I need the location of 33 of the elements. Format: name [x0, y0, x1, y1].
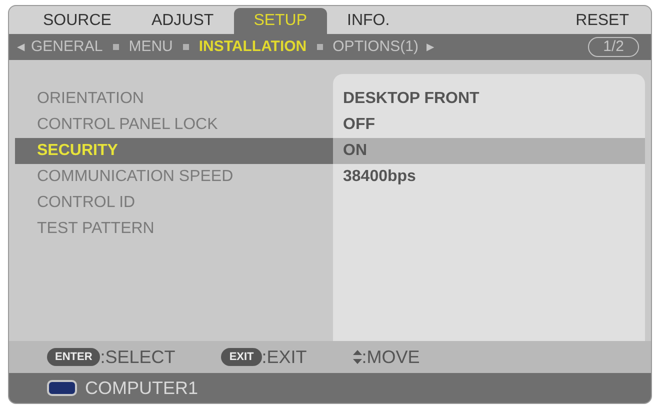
hint-text: :SELECT [100, 346, 176, 368]
separator-icon [182, 44, 189, 50]
setting-label[interactable]: CONTROL PANEL LOCK [15, 112, 333, 138]
submenu-tab[interactable]: MENU [128, 36, 173, 58]
monitor-icon [47, 380, 77, 396]
top-tab[interactable]: SOURCE [23, 8, 132, 34]
page-indicator: 1/2 [588, 37, 639, 57]
setting-label[interactable]: TEST PATTERN [15, 216, 333, 242]
key-badge: ENTER [47, 348, 100, 366]
top-tab[interactable]: INFO. [327, 8, 410, 34]
setting-label[interactable]: CONTROL ID [15, 190, 333, 216]
setting-value: ON [343, 141, 367, 161]
setting-value: 38400bps [343, 167, 416, 187]
submenu-tab[interactable]: INSTALLATION [198, 36, 307, 58]
prev-arrow[interactable]: ◀ [17, 40, 25, 54]
setting-label[interactable]: COMMUNICATION SPEED [15, 164, 333, 190]
setting-value: DESKTOP FRONT [343, 89, 480, 109]
setting-label[interactable]: ORIENTATION [15, 86, 333, 112]
setting-value: OFF [343, 115, 375, 135]
hint-text: :EXIT [262, 346, 307, 368]
submenu-tab[interactable]: OPTIONS(1) [332, 36, 418, 58]
input-source: COMPUTER1 [85, 376, 198, 400]
top-tab[interactable]: RESET [568, 8, 637, 34]
hint-text: :MOVE [362, 346, 420, 368]
next-arrow[interactable]: ▶ [426, 40, 434, 54]
key-badge: EXIT [221, 348, 262, 366]
submenu-tab[interactable]: GENERAL [31, 36, 103, 58]
separator-icon [316, 44, 323, 50]
up-down-icon [352, 350, 362, 364]
top-tab[interactable]: ADJUST [131, 8, 234, 34]
top-tab[interactable]: SETUP [234, 8, 328, 34]
separator-icon [112, 44, 119, 50]
setting-label[interactable]: SECURITY [15, 138, 333, 164]
